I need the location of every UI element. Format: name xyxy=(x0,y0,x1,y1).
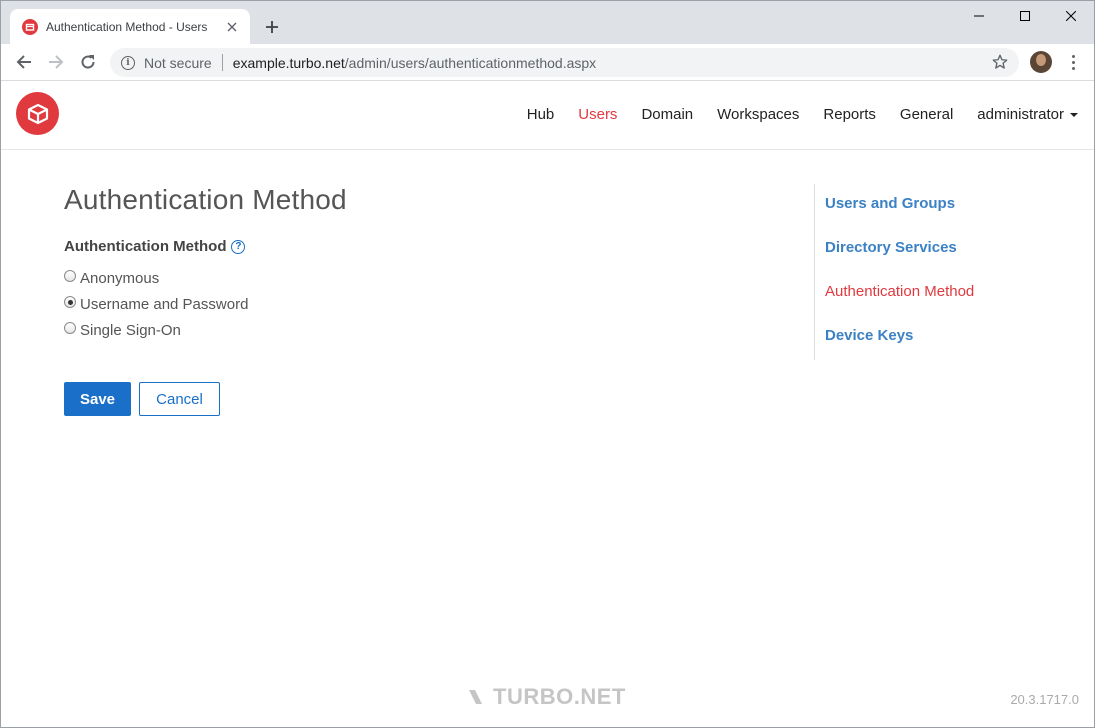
nav-reports[interactable]: Reports xyxy=(823,106,876,123)
side-nav-device-keys[interactable]: Device Keys xyxy=(815,316,1064,360)
omnibox-divider xyxy=(221,54,223,71)
user-menu-label: administrator xyxy=(977,106,1064,123)
version-label: 20.3.1717.0 xyxy=(1010,692,1079,707)
main-nav: Hub Users Domain Workspaces Reports Gene… xyxy=(503,80,1078,149)
side-nav: Users and Groups Directory Services Auth… xyxy=(814,184,1064,360)
side-nav-authentication-method[interactable]: Authentication Method xyxy=(815,272,1064,316)
browser-toolbar: i Not secure example.turbo.net/admin/use… xyxy=(1,44,1094,81)
turbo-mark-icon xyxy=(469,690,482,704)
save-button[interactable]: Save xyxy=(64,382,131,416)
reload-icon[interactable] xyxy=(74,48,102,76)
new-tab-plus-icon[interactable] xyxy=(260,15,284,39)
window-minimize-icon[interactable] xyxy=(956,1,1002,31)
window-close-icon[interactable] xyxy=(1048,1,1094,31)
footer-brand-text: TURBO.NET xyxy=(493,684,626,709)
browser-tab[interactable]: Authentication Method - Users xyxy=(10,9,250,44)
nav-workspaces[interactable]: Workspaces xyxy=(717,106,799,123)
window-maximize-icon[interactable] xyxy=(1002,1,1048,31)
forward-arrow-icon[interactable] xyxy=(42,48,70,76)
radio-label: Username and Password xyxy=(80,295,249,313)
nav-hub[interactable]: Hub xyxy=(527,106,555,123)
user-menu[interactable]: administrator xyxy=(977,106,1078,123)
radio-option-anonymous[interactable]: Anonymous xyxy=(64,265,764,291)
radio-button-checked[interactable] xyxy=(64,296,76,308)
web-page: Hub Users Domain Workspaces Reports Gene… xyxy=(0,80,1095,728)
radio-button[interactable] xyxy=(64,270,76,282)
nav-general[interactable]: General xyxy=(900,106,953,123)
radio-option-single-sign-on[interactable]: Single Sign-On xyxy=(64,317,764,343)
form-buttons: Save Cancel xyxy=(64,382,220,416)
profile-avatar[interactable] xyxy=(1030,51,1052,73)
nav-domain[interactable]: Domain xyxy=(641,106,693,123)
bookmark-star-icon[interactable] xyxy=(991,53,1009,71)
site-header: Hub Users Domain Workspaces Reports Gene… xyxy=(1,80,1094,150)
url-domain: example.turbo.net xyxy=(232,54,345,71)
help-question-icon[interactable]: ? xyxy=(231,239,246,254)
radio-label: Single Sign-On xyxy=(80,321,181,339)
tab-title: Authentication Method - Users xyxy=(46,19,208,34)
turbo-favicon-icon xyxy=(22,18,38,35)
radio-button[interactable] xyxy=(64,322,76,334)
cancel-button[interactable]: Cancel xyxy=(139,382,220,416)
radio-option-username-password[interactable]: Username and Password xyxy=(64,291,764,317)
browser-chrome: Authentication Method - Users i Not secu… xyxy=(0,0,1095,81)
caret-down-icon xyxy=(1070,113,1078,118)
field-label-text: Authentication Method xyxy=(64,238,227,255)
browser-menu-icon[interactable] xyxy=(1064,50,1082,74)
address-bar[interactable]: i Not secure example.turbo.net/admin/use… xyxy=(110,48,1019,77)
footer-brand: TURBO.NET xyxy=(469,684,626,710)
page-title: Authentication Method xyxy=(64,184,347,215)
tab-strip: Authentication Method - Users xyxy=(1,1,1094,44)
info-icon[interactable]: i xyxy=(121,55,135,70)
side-nav-users-and-groups[interactable]: Users and Groups xyxy=(815,184,1064,228)
tab-close-icon[interactable] xyxy=(224,19,240,35)
side-nav-directory-services[interactable]: Directory Services xyxy=(815,228,1064,272)
security-label: Not secure xyxy=(144,54,212,71)
back-arrow-icon[interactable] xyxy=(10,48,38,76)
radio-label: Anonymous xyxy=(80,269,160,287)
turbo-logo-icon[interactable] xyxy=(16,92,59,135)
field-label: Authentication Method ? xyxy=(64,238,764,255)
url-text: example.turbo.net/admin/users/authentica… xyxy=(233,55,596,71)
auth-method-radio-group: Anonymous Username and Password Single S… xyxy=(64,265,764,343)
nav-users[interactable]: Users xyxy=(578,106,617,123)
main-content: Authentication Method Authentication Met… xyxy=(64,184,764,343)
url-path: /admin/users/authenticationmethod.aspx xyxy=(344,54,597,71)
